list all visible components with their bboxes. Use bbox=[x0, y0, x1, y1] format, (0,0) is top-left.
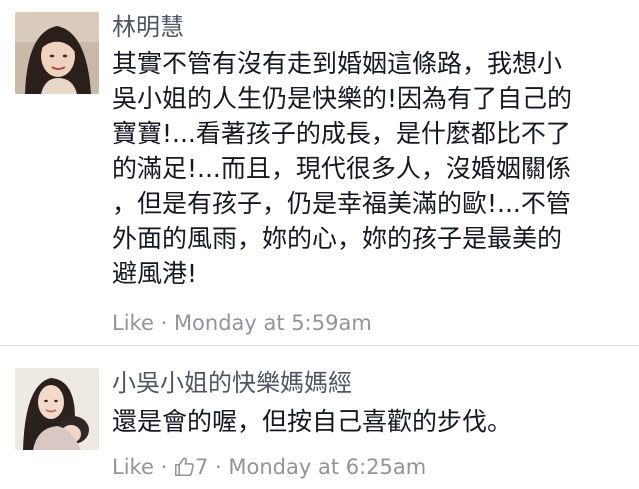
meta-separator: · bbox=[160, 311, 168, 335]
comment-text: 其實不管有沒有走到婚姻這條路，我想小 吳小姐的人生仍是快樂的!因為有了自己的 寶… bbox=[112, 49, 573, 288]
comment-meta: Like · 7 · Monday at 6:25am bbox=[112, 454, 426, 480]
comment-item: 小吳小姐的快樂媽媽經 還是會的喔，但按自己喜歡的步伐。 Like · 7 · M… bbox=[0, 346, 639, 489]
like-link[interactable]: Like bbox=[112, 311, 154, 335]
avatar-photo-icon bbox=[15, 12, 99, 94]
avatar-photo-icon bbox=[15, 368, 99, 450]
comment-timestamp[interactable]: Monday at 6:25am bbox=[228, 455, 426, 479]
comment-author[interactable]: 小吳小姐的快樂媽媽經 bbox=[112, 368, 625, 398]
meta-separator: · bbox=[215, 455, 222, 479]
avatar[interactable] bbox=[15, 12, 99, 94]
comment-timestamp[interactable]: Monday at 5:59am bbox=[174, 311, 372, 335]
meta-separator: · bbox=[160, 455, 168, 479]
avatar[interactable] bbox=[15, 368, 99, 450]
comment-author[interactable]: 林明慧 bbox=[112, 12, 625, 42]
comment-content: 小吳小姐的快樂媽媽經 還是會的喔，但按自己喜歡的步伐。 bbox=[112, 368, 625, 439]
like-link[interactable]: Like bbox=[112, 455, 154, 479]
comment-meta: Like · Monday at 5:59am bbox=[112, 310, 372, 336]
comment-text: 還是會的喔，但按自己喜歡的步伐。 bbox=[112, 407, 513, 436]
like-count[interactable]: 7 bbox=[174, 455, 215, 479]
comment-item: 林明慧 其實不管有沒有走到婚姻這條路，我想小 吳小姐的人生仍是快樂的!因為有了自… bbox=[0, 0, 639, 345]
comment-content: 林明慧 其實不管有沒有走到婚姻這條路，我想小 吳小姐的人生仍是快樂的!因為有了自… bbox=[112, 12, 625, 291]
thumbs-up-icon bbox=[174, 457, 194, 477]
like-count-value: 7 bbox=[194, 455, 209, 479]
